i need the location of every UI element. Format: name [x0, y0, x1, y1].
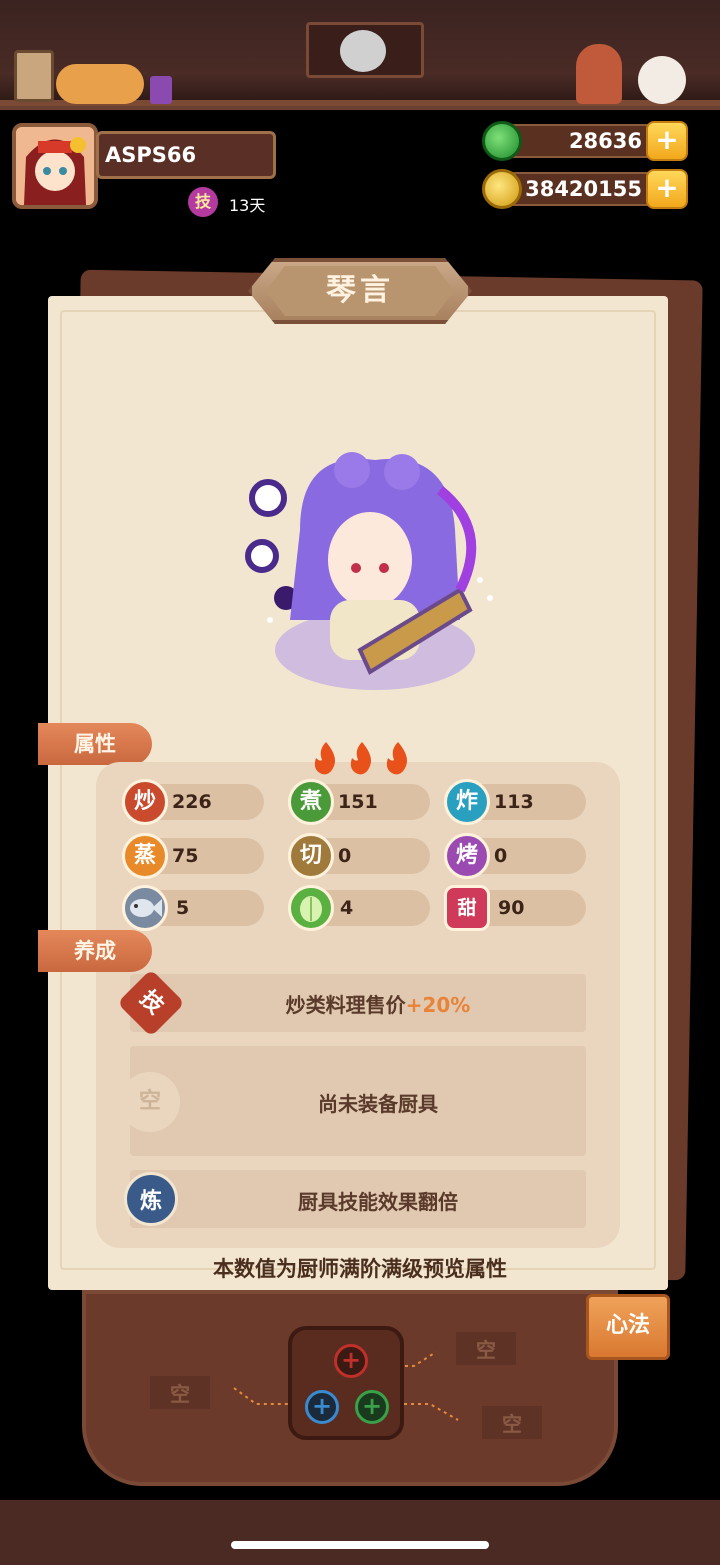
equipment-description: 尚未装备厨具 [318, 1092, 438, 1116]
fry-icon: 炸 [444, 779, 490, 825]
flame-icon [314, 742, 335, 775]
raccoon-icon [340, 30, 386, 72]
skill-badge-icon[interactable]: 技 [188, 187, 218, 217]
cabbage-icon [288, 885, 334, 931]
refine-icon: 炼 [124, 1172, 178, 1226]
cat-decoration[interactable] [56, 64, 144, 104]
flame-icon [350, 742, 371, 775]
add-slot-left-button[interactable]: + [305, 1390, 339, 1424]
steam-icon: 蒸 [122, 833, 168, 879]
coin-icon [482, 169, 522, 209]
cut-value: 0 [338, 845, 352, 867]
skill-text: 炒类料理售价 [285, 993, 406, 1017]
add-slot-top-button[interactable]: + [334, 1344, 368, 1378]
heart-method-button[interactable]: 心法 [586, 1294, 670, 1360]
coin-amount: 38420155 [525, 177, 642, 201]
empty-slot-left[interactable]: 空 [150, 1376, 210, 1409]
star-rating-flames [314, 742, 407, 775]
lantern-decoration [150, 76, 172, 104]
home-indicator[interactable] [231, 1541, 489, 1549]
add-slot-right-button[interactable]: + [355, 1390, 389, 1424]
white-cat-decoration[interactable] [638, 56, 686, 104]
avatar-portrait-icon [16, 127, 94, 205]
chef-character-decoration[interactable] [576, 44, 622, 104]
roast-value: 0 [494, 845, 508, 867]
empty-slot-bottom-right[interactable]: 空 [482, 1406, 542, 1439]
chef-character-portrait [245, 452, 493, 690]
vegetable-value: 4 [340, 897, 354, 919]
cultivation-tab: 养成 [38, 930, 152, 972]
skill-description: 炒类料理售价+20% [180, 989, 576, 1018]
fish-value: 5 [176, 897, 190, 919]
chef-name-title: 琴言 [266, 266, 454, 316]
roast-icon: 烤 [444, 833, 490, 879]
add-coins-button[interactable]: + [646, 169, 688, 209]
attributes-tab: 属性 [38, 723, 152, 765]
boil-value: 151 [338, 791, 378, 813]
skill-bonus: +20% [405, 993, 471, 1017]
cut-icon: 切 [288, 833, 334, 879]
picture-frame-decoration [14, 50, 54, 102]
flame-icon [386, 742, 407, 775]
jade-amount: 28636 [568, 129, 642, 153]
sweet-value: 90 [498, 897, 525, 919]
jade-icon [482, 121, 522, 161]
stir-fry-icon: 炒 [122, 779, 168, 825]
sweet-icon: 甜 [444, 885, 490, 931]
steam-value: 75 [172, 845, 199, 867]
stir-fry-value: 226 [172, 791, 212, 813]
fry-value: 113 [494, 791, 534, 813]
heart-method-hub[interactable] [288, 1326, 404, 1440]
add-jade-button[interactable]: + [646, 121, 688, 161]
boil-icon: 煮 [288, 779, 334, 825]
refine-description: 厨具技能效果翻倍 [298, 1190, 458, 1214]
player-name: ASPS66 [96, 131, 276, 179]
empty-equipment-icon[interactable]: 空 [120, 1072, 180, 1132]
player-avatar[interactable] [12, 123, 98, 209]
bottom-bar [0, 1500, 720, 1565]
preview-note: 本数值为厨师满阶满级预览属性 [213, 1257, 507, 1281]
fish-icon [122, 885, 168, 931]
skill-duration: 13天 [229, 196, 266, 215]
